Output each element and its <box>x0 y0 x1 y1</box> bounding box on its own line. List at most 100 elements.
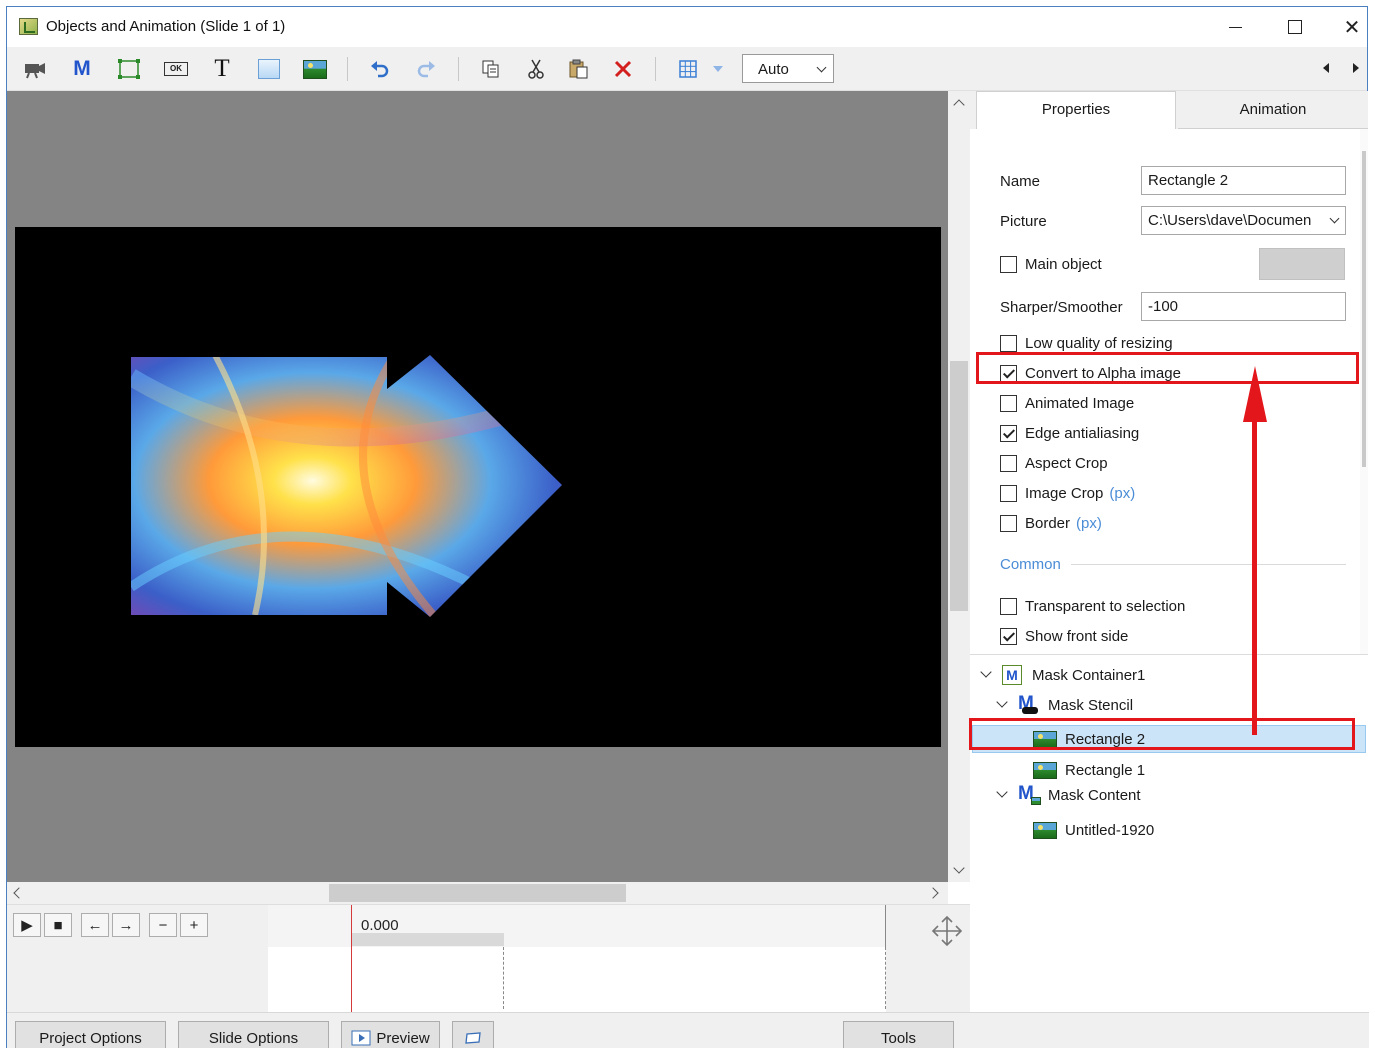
stop-button[interactable]: ■ <box>44 913 72 937</box>
tree-item-mask-stencil[interactable]: M Mask Stencil <box>1018 691 1133 719</box>
animated-image-checkbox[interactable]: Animated Image <box>1000 393 1134 413</box>
picture-select[interactable]: C:\Users\dave\Documen <box>1141 206 1346 235</box>
copy-icon[interactable] <box>477 56 505 82</box>
grid-dropdown-icon[interactable] <box>707 56 729 82</box>
scroll-left-icon[interactable] <box>1323 63 1329 73</box>
show-front-side-checkbox[interactable]: Show front side <box>1000 626 1128 646</box>
object-tree: M Mask Container1 M Mask Stencil Rectang… <box>970 655 1368 1013</box>
checkbox-box[interactable] <box>1000 255 1017 273</box>
tree-item-untitled-1920[interactable]: Untitled-1920 <box>1033 816 1154 844</box>
minimize-button[interactable] <box>1213 11 1257 43</box>
preview-button[interactable]: Preview <box>341 1021 440 1048</box>
checkbox-label: Transparent to selection <box>1025 597 1186 615</box>
camera-icon[interactable] <box>21 56 49 82</box>
chevron-down-icon[interactable] <box>980 666 992 678</box>
checkbox-box[interactable] <box>1000 394 1017 412</box>
chevron-down-icon[interactable] <box>996 696 1008 708</box>
low-quality-resizing-checkbox[interactable]: Low quality of resizing <box>1000 333 1173 353</box>
zoom-select[interactable]: Auto <box>742 54 834 83</box>
checkbox-box[interactable] <box>1000 597 1017 615</box>
checkbox-box[interactable] <box>1000 627 1017 645</box>
scroll-right-icon[interactable] <box>1353 63 1359 73</box>
tools-button[interactable]: Tools <box>843 1021 954 1048</box>
bottom-bar: Project Options Slide Options Preview To… <box>7 1012 1369 1048</box>
tab-properties[interactable]: Properties <box>976 91 1176 129</box>
preview-icon <box>351 1030 371 1046</box>
canvas-vertical-scrollbar[interactable] <box>948 91 970 882</box>
timeline-time: 0.000 <box>361 917 399 934</box>
stage-artwork <box>131 355 562 617</box>
cut-icon[interactable] <box>522 56 550 82</box>
common-section-header: Common <box>1000 556 1346 573</box>
panel-tabs: Properties Animation <box>970 91 1368 129</box>
name-field[interactable]: Rectangle 2 <box>1141 166 1346 195</box>
play-button[interactable]: ▶ <box>13 913 41 937</box>
close-button[interactable]: ✕ <box>1330 11 1374 43</box>
scroll-thumb[interactable] <box>950 361 968 611</box>
timeline-marker <box>503 947 504 1009</box>
checkbox-box[interactable] <box>1000 334 1017 352</box>
chevron-down-icon <box>816 62 827 73</box>
toolbar-separator <box>458 57 459 81</box>
project-options-button[interactable]: Project Options <box>15 1021 166 1048</box>
tree-item-label: Mask Container1 <box>1032 666 1146 684</box>
scroll-up-icon[interactable] <box>953 99 965 111</box>
aspect-crop-checkbox[interactable]: Aspect Crop <box>1000 453 1108 473</box>
remove-keyframe-button[interactable]: − <box>149 913 177 937</box>
timeline-cursor[interactable] <box>351 905 352 1013</box>
text-icon[interactable]: T <box>208 55 236 82</box>
tree-item-mask-container[interactable]: M Mask Container1 <box>1002 661 1145 689</box>
properties-scrollbar[interactable] <box>1360 129 1368 654</box>
image-crop-checkbox[interactable]: Image Crop (px) <box>1000 483 1135 503</box>
chevron-down-icon[interactable] <box>996 786 1008 798</box>
slide-options-button[interactable]: Slide Options <box>178 1021 329 1048</box>
tree-item-rectangle-1[interactable]: Rectangle 1 <box>1033 756 1145 784</box>
image-icon[interactable] <box>301 56 329 82</box>
prev-keyframe-button[interactable]: ← <box>81 913 109 937</box>
mask-stencil-icon: M <box>1018 694 1040 716</box>
move-icon[interactable] <box>929 913 965 949</box>
add-keyframe-button[interactable]: + <box>180 913 208 937</box>
redo-icon[interactable] <box>412 56 440 82</box>
scroll-left-icon[interactable] <box>13 887 25 899</box>
paste-icon[interactable] <box>565 56 593 82</box>
fullscreen-preview-button[interactable] <box>452 1021 494 1048</box>
timeline-track[interactable]: 0.000 <box>268 905 886 1013</box>
maximize-button[interactable] <box>1273 11 1317 43</box>
checkbox-box[interactable] <box>1000 484 1017 502</box>
timeline-object-bar[interactable] <box>352 933 504 946</box>
scroll-thumb[interactable] <box>1362 151 1366 467</box>
transparent-selection-checkbox[interactable]: Transparent to selection <box>1000 596 1185 616</box>
timeline-left-pane <box>7 947 268 1013</box>
tab-animation[interactable]: Animation <box>1178 91 1368 129</box>
checkbox-box[interactable] <box>1000 424 1017 442</box>
canvas-horizontal-scrollbar[interactable] <box>7 882 948 904</box>
scroll-thumb[interactable] <box>329 884 626 902</box>
border-checkbox[interactable]: Border (px) <box>1000 513 1102 533</box>
button-icon[interactable]: OK <box>162 56 190 82</box>
canvas-area[interactable] <box>7 91 948 882</box>
color-swatch[interactable] <box>1259 248 1345 280</box>
sharper-smoother-field[interactable]: -100 <box>1141 292 1346 321</box>
screen-icon <box>465 1032 481 1044</box>
checkbox-label: Border <box>1025 514 1071 532</box>
scroll-down-icon[interactable] <box>953 862 965 874</box>
scroll-right-icon[interactable] <box>927 887 939 899</box>
next-keyframe-button[interactable]: → <box>112 913 140 937</box>
mask-container-icon[interactable]: M <box>68 56 96 82</box>
checkbox-label: Edge antialiasing <box>1025 424 1140 442</box>
rectangle-icon[interactable] <box>255 56 283 82</box>
grid-icon[interactable] <box>674 56 702 82</box>
main-object-checkbox[interactable]: Main object <box>1000 254 1102 274</box>
undo-icon[interactable] <box>366 56 394 82</box>
timeline-marker <box>885 947 886 1009</box>
frame-icon[interactable] <box>115 56 143 82</box>
edge-antialiasing-checkbox[interactable]: Edge antialiasing <box>1000 423 1139 443</box>
section-title: Common <box>1000 556 1061 573</box>
tree-item-label: Mask Content <box>1048 786 1141 804</box>
slide-stage[interactable] <box>15 227 941 747</box>
checkbox-box[interactable] <box>1000 514 1017 532</box>
tree-item-mask-content[interactable]: M Mask Content <box>1018 781 1141 809</box>
delete-icon[interactable] <box>609 56 637 82</box>
checkbox-box[interactable] <box>1000 454 1017 472</box>
